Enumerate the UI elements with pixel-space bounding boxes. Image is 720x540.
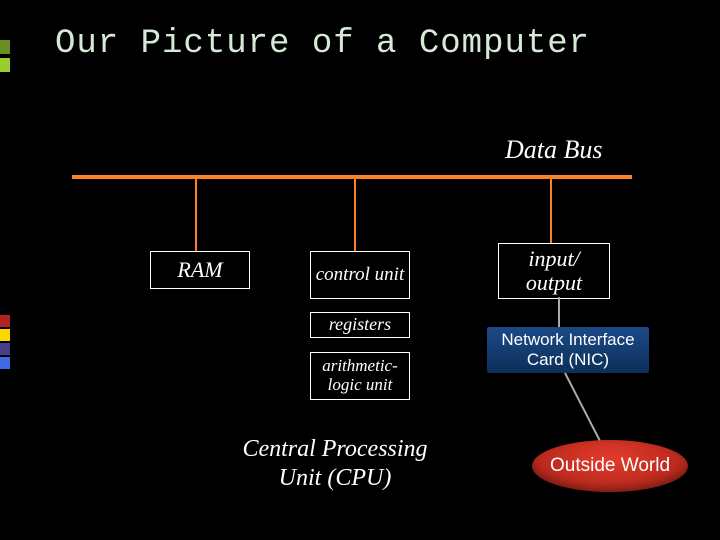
oval-outside-world: Outside World: [532, 440, 688, 492]
box-ram: RAM: [150, 251, 250, 289]
box-nic: Network Interface Card (NIC): [487, 327, 649, 373]
box-io: input/ output: [498, 243, 610, 299]
bus-label: Data Bus: [505, 135, 603, 165]
cpu-label: Central Processing Unit (CPU): [225, 435, 445, 493]
bus-drop-cpu: [354, 179, 356, 251]
box-alu: arithmetic-logic unit: [310, 352, 410, 400]
slide-title: Our Picture of a Computer: [55, 25, 590, 63]
side-accent-stripe: [0, 0, 10, 540]
connector-nic-outside: [560, 373, 620, 443]
data-bus-line: [72, 175, 632, 179]
box-registers: registers: [310, 312, 410, 338]
slide: Our Picture of a Computer Data Bus RAM c…: [0, 0, 720, 540]
bus-drop-io: [550, 179, 552, 251]
connector-io-nic: [558, 297, 560, 327]
bus-drop-ram: [195, 179, 197, 251]
box-control-unit: control unit: [310, 251, 410, 299]
